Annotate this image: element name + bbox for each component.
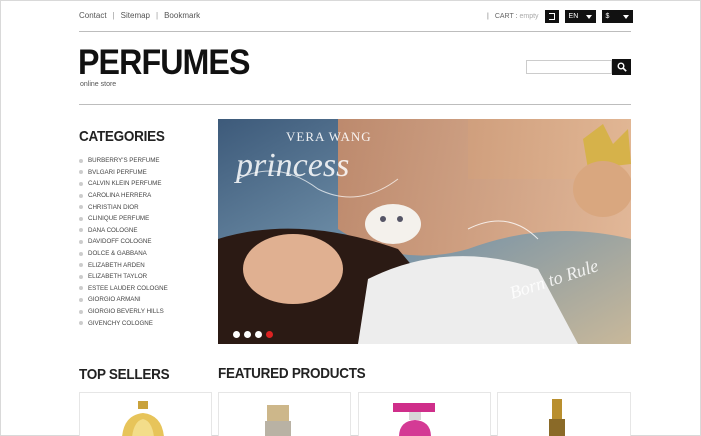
category-item[interactable]: GIORGIO ARMANI: [79, 294, 168, 306]
bullet-icon: [79, 228, 83, 233]
header-bottom-divider: [79, 104, 631, 105]
category-item[interactable]: DANA COLOGNE: [79, 225, 168, 237]
bullet-icon: [79, 274, 83, 279]
category-item[interactable]: ELIZABETH TAYLOR: [79, 271, 168, 283]
bullet-icon: [79, 321, 83, 326]
slide-dot-active[interactable]: [266, 331, 273, 338]
cart-empty-text: empty: [519, 13, 539, 20]
category-label: BVLGARI PERFUME: [88, 168, 147, 176]
category-item[interactable]: GIVENCHY COLOGNE: [79, 317, 168, 329]
header-divider: [79, 31, 631, 32]
cart-status[interactable]: CART : empty: [495, 13, 539, 20]
chevron-down-icon: [622, 14, 629, 19]
category-item[interactable]: ESTEE LAUDER COLOGNE: [79, 283, 168, 295]
currency-value: $: [605, 13, 610, 20]
featured-products-title: FEATURED PRODUCTS: [218, 365, 366, 382]
bullet-icon: [79, 263, 83, 268]
search-input[interactable]: [526, 60, 612, 74]
hero-banner[interactable]: VERA WANG princess Born to Rule: [218, 119, 631, 344]
category-label: DAVIDOFF COLOGNE: [88, 238, 152, 246]
banner-script: princess: [236, 147, 350, 184]
product-card[interactable]: [497, 392, 631, 436]
category-item[interactable]: BURBERRY'S PERFUME: [79, 155, 168, 167]
divider: |: [487, 13, 489, 20]
product-card[interactable]: [79, 392, 212, 436]
category-item[interactable]: BVLGARI PERFUME: [79, 167, 168, 179]
banner-brand: VERA WANG: [286, 129, 372, 144]
categories-title: CATEGORIES: [79, 128, 165, 145]
category-item[interactable]: ELIZABETH ARDEN: [79, 259, 168, 271]
contact-link[interactable]: Contact: [79, 11, 107, 20]
divider: |: [112, 11, 115, 20]
perfume-bottle-image: [393, 403, 435, 436]
bullet-icon: [79, 181, 83, 186]
cart-area: | CART : empty EN $: [487, 10, 633, 23]
slide-dot[interactable]: [233, 331, 240, 338]
category-item[interactable]: CLINIQUE PERFUME: [79, 213, 168, 225]
category-label: CHRISTIAN DIOR: [88, 203, 139, 211]
bullet-icon: [79, 251, 83, 256]
language-value: EN: [568, 13, 579, 20]
category-label: GIORGIO ARMANI: [88, 296, 141, 304]
bullet-icon: [79, 286, 83, 291]
cart-icon[interactable]: [544, 10, 559, 23]
slider-pagination: [233, 331, 273, 338]
language-select[interactable]: EN: [564, 10, 596, 23]
search-button[interactable]: [612, 59, 631, 75]
perfume-bottle-image: [549, 399, 565, 436]
category-label: BURBERRY'S PERFUME: [88, 157, 160, 165]
divider: |: [156, 11, 159, 20]
product-card[interactable]: [358, 392, 491, 436]
site-logo[interactable]: PERFUMES: [78, 45, 250, 80]
chevron-down-icon: [585, 14, 592, 19]
bullet-icon: [79, 297, 83, 302]
top-sellers-title: TOP SELLERS: [79, 366, 170, 383]
category-item[interactable]: CAROLINA HERRERA: [79, 190, 168, 202]
category-label: ELIZABETH ARDEN: [88, 261, 145, 269]
category-label: DANA COLOGNE: [88, 226, 138, 234]
slide-dot[interactable]: [244, 331, 251, 338]
category-item[interactable]: DAVIDOFF COLOGNE: [79, 236, 168, 248]
site-tagline: online store: [80, 81, 117, 88]
bullet-icon: [79, 239, 83, 244]
category-label: ESTEE LAUDER COLOGNE: [88, 284, 168, 292]
perfume-bottle-image: [122, 401, 164, 436]
product-card[interactable]: [218, 392, 351, 436]
bullet-icon: [79, 216, 83, 221]
bookmark-link[interactable]: Bookmark: [164, 11, 200, 20]
category-item[interactable]: CALVIN KLEIN PERFUME: [79, 178, 168, 190]
category-label: DOLCE & GABBANA: [88, 250, 147, 258]
category-item[interactable]: CHRISTIAN DIOR: [79, 201, 168, 213]
category-label: CAROLINA HERRERA: [88, 192, 152, 200]
sitemap-link[interactable]: Sitemap: [121, 11, 150, 20]
bullet-icon: [79, 170, 83, 175]
category-label: CLINIQUE PERFUME: [88, 215, 150, 223]
category-item[interactable]: GIORGIO BEVERLY HILLS: [79, 306, 168, 318]
top-navigation: Contact | Sitemap | Bookmark: [79, 11, 200, 20]
category-label: GIORGIO BEVERLY HILLS: [88, 308, 164, 316]
bullet-icon: [79, 158, 83, 163]
perfume-bottle-image: [265, 405, 291, 436]
search-icon: [617, 62, 627, 72]
bullet-icon: [79, 193, 83, 198]
currency-select[interactable]: $: [601, 10, 633, 23]
slide-dot[interactable]: [255, 331, 262, 338]
category-label: ELIZABETH TAYLOR: [88, 273, 148, 281]
category-label: GIVENCHY COLOGNE: [88, 319, 153, 327]
bullet-icon: [79, 205, 83, 210]
bullet-icon: [79, 309, 83, 314]
cart-label: CART :: [494, 13, 518, 20]
category-label: CALVIN KLEIN PERFUME: [88, 180, 162, 188]
categories-list: BURBERRY'S PERFUME BVLGARI PERFUME CALVI…: [79, 155, 168, 329]
category-item[interactable]: DOLCE & GABBANA: [79, 248, 168, 260]
